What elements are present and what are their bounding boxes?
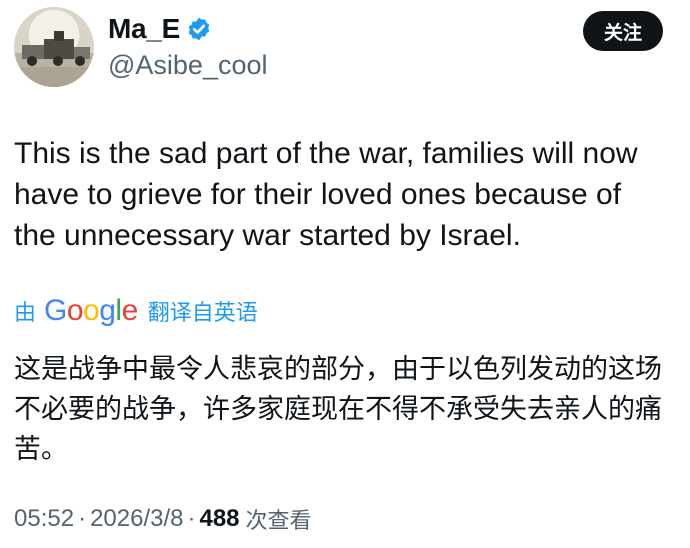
author-handle[interactable]: @Asibe_cool: [108, 48, 268, 82]
meta-separator-2: ·: [187, 505, 196, 532]
google-logo-icon: Google: [44, 294, 138, 327]
verified-badge-icon: [188, 17, 210, 41]
tweet-meta: 05:52 · 2026/3/8 · 488 次查看: [14, 503, 312, 535]
translated-from-label: 翻译自英语: [147, 301, 258, 326]
author-display-name[interactable]: Ma_E: [108, 12, 180, 46]
views-label: 次查看: [245, 509, 312, 534]
tweet-time[interactable]: 05:52: [14, 505, 74, 533]
avatar[interactable]: [14, 7, 94, 87]
views-count: 488: [199, 505, 240, 532]
translation-attribution[interactable]: 由 Google 翻译自英语: [14, 294, 258, 328]
translated-text: 这是战争中最令人悲哀的部分，由于以色列发动的这场不必要的战争，许多家庭现在不得不…: [14, 354, 662, 465]
avatar-photo-icon: [14, 31, 94, 87]
translation-by-label: 由: [14, 301, 37, 326]
tweet-text: This is the sad part of the war, familie…: [14, 137, 638, 252]
tweet-date[interactable]: 2026/3/8: [90, 505, 183, 533]
follow-button[interactable]: 关注: [583, 11, 663, 51]
author-name-row: Ma_E: [108, 12, 212, 46]
meta-separator: ·: [78, 505, 87, 532]
